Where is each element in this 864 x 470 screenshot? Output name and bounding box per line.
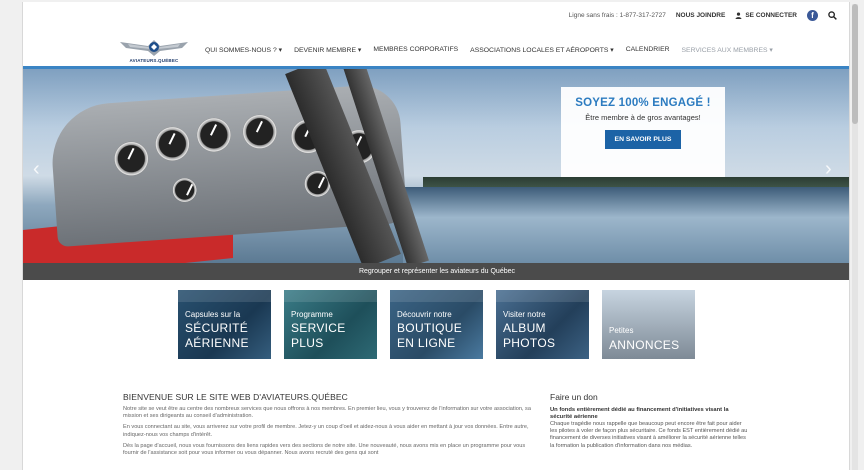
- tile-small-text: Programme: [291, 310, 333, 319]
- hero-lake: [403, 187, 849, 263]
- page-scrollbar[interactable]: [852, 4, 858, 470]
- tile-big-text: SÉCURITÉ: [185, 321, 249, 335]
- tile-small-text: Capsules sur la: [185, 310, 241, 319]
- tile-shade: [178, 290, 271, 302]
- login-link[interactable]: SE CONNECTER: [735, 12, 797, 19]
- tile-shade: [284, 290, 377, 302]
- tile-service-plus[interactable]: Programme SERVICE PLUS: [284, 290, 377, 359]
- logo-text: AVIATEURS.QUÉBEC: [129, 58, 179, 63]
- tile-big-text: ALBUM: [503, 321, 546, 335]
- tile-big-text: ANNONCES: [609, 338, 680, 352]
- tile-boutique[interactable]: Découvrir notre BOUTIQUE EN LIGNE: [390, 290, 483, 359]
- welcome-paragraph: Dès la page d'accueil, nous vous fournis…: [123, 442, 526, 457]
- donate-title: Faire un don: [550, 392, 598, 402]
- welcome-paragraph: En vous connectant au site, vous arriver…: [123, 424, 529, 438]
- donate-body: Chaque tragédie nous rappelle que beauco…: [550, 421, 748, 449]
- tile-securite-aerienne[interactable]: Capsules sur la SÉCURITÉ AÉRIENNE: [178, 290, 271, 359]
- tile-small-text: Découvrir notre: [397, 310, 452, 319]
- tile-shade: [496, 290, 589, 302]
- promo-title: SOYEZ 100% ENGAGÉ !: [575, 97, 711, 109]
- nav-item-devenir-membre[interactable]: DEVENIR MEMBRE ▾: [294, 46, 361, 54]
- nav-item-qui-sommes-nous[interactable]: QUI SOMMES-NOUS ? ▾: [205, 46, 282, 54]
- welcome-section: BIENVENUE SUR LE SITE WEB D'AVIATEURS.QU…: [123, 392, 533, 457]
- tile-petites-annonces[interactable]: Petites ANNONCES: [602, 290, 695, 359]
- carousel-prev-icon[interactable]: ‹: [33, 159, 47, 179]
- tile-big-text: AÉRIENNE: [185, 336, 249, 350]
- donate-subtitle: Un fonds entièrement dédié au financemen…: [550, 407, 729, 420]
- promo-box: SOYEZ 100% ENGAGÉ ! Être membre à de gro…: [561, 87, 725, 177]
- scrollbar-thumb[interactable]: [852, 4, 858, 124]
- search-icon[interactable]: [828, 11, 837, 20]
- phone-number: Ligne sans frais : 1-877-317-2727: [568, 12, 666, 19]
- facebook-icon[interactable]: f: [807, 10, 818, 21]
- top-utility-bar: Ligne sans frais : 1-877-317-2727 NOUS J…: [569, 10, 837, 21]
- tile-album-photos[interactable]: Visiter notre ALBUM PHOTOS: [496, 290, 589, 359]
- nav-item-membres-corporatifs[interactable]: MEMBRES CORPORATIFS: [373, 46, 458, 54]
- tile-big-text: EN LIGNE: [397, 336, 456, 350]
- contact-link[interactable]: NOUS JOINDRE: [676, 12, 725, 19]
- tile-shade: [390, 290, 483, 302]
- promo-button[interactable]: EN SAVOIR PLUS: [604, 130, 682, 149]
- promo-subtitle: Être membre à de gros avantages!: [585, 113, 701, 122]
- site-logo[interactable]: AVIATEURS.QUÉBEC: [118, 36, 190, 66]
- tile-small-text: Petites: [609, 326, 634, 335]
- nav-item-associations[interactable]: ASSOCIATIONS LOCALES ET AÉROPORTS ▾: [470, 46, 614, 54]
- donate-section: Faire un don Un fonds entièrement dédié …: [550, 392, 750, 450]
- tile-small-text: Visiter notre: [503, 310, 546, 319]
- nav-item-calendrier[interactable]: CALENDRIER: [626, 46, 670, 54]
- quick-links: Capsules sur la SÉCURITÉ AÉRIENNE Progra…: [178, 290, 695, 359]
- gauge-icon: [241, 113, 278, 150]
- welcome-title: BIENVENUE SUR LE SITE WEB D'AVIATEURS.QU…: [123, 392, 348, 402]
- gauge-icon: [195, 116, 233, 154]
- gauge-icon: [154, 125, 191, 162]
- tile-big-text: SERVICE: [291, 321, 346, 335]
- user-icon: [735, 12, 742, 19]
- browser-page: Ligne sans frais : 1-877-317-2727 NOUS J…: [22, 2, 850, 470]
- gauge-icon: [171, 177, 198, 203]
- gauge-icon: [113, 140, 150, 177]
- nav-item-services[interactable]: SERVICES AUX MEMBRES ▾: [682, 46, 773, 54]
- tile-big-text: PLUS: [291, 336, 324, 350]
- wings-logo-icon: [120, 40, 188, 56]
- main-nav: QUI SOMMES-NOUS ? ▾ DEVENIR MEMBRE ▾ MEM…: [205, 46, 773, 54]
- login-label: SE CONNECTER: [745, 12, 797, 19]
- hero-caption: Regrouper et représenter les aviateurs d…: [23, 263, 849, 280]
- hero-carousel: ‹ › SOYEZ 100% ENGAGÉ ! Être membre à de…: [23, 69, 849, 263]
- tile-big-text: PHOTOS: [503, 336, 556, 350]
- welcome-paragraph: Notre site se veut être au centre des no…: [123, 406, 531, 420]
- carousel-next-icon[interactable]: ›: [825, 159, 839, 179]
- tile-big-text: BOUTIQUE: [397, 321, 463, 335]
